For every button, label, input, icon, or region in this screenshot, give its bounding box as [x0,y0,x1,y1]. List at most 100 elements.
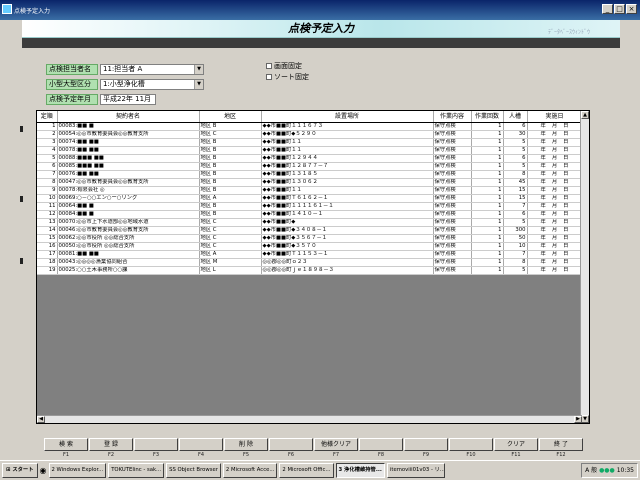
scroll-left-icon[interactable]: ◀ [37,416,45,423]
cell-work[interactable]: 保守点検 [433,178,472,187]
cell-name[interactable]: 00062:◎◎市役所 ◎◎総合支所 [57,234,200,243]
cell-date[interactable]: 年月日 [527,170,583,179]
cell-cap[interactable]: 5 [503,146,528,155]
table-row[interactable]: 3 00074:■■ ■■ 地区 B ◆◆市■■町１１ 保守点検 1 5 年月日 [37,138,583,147]
cell-count[interactable]: 1 [471,250,504,259]
cell-date[interactable]: 年月日 [527,226,583,235]
cell-work[interactable]: 保守点検 [433,250,472,259]
fkey-button-f4[interactable] [179,438,223,451]
cell-name[interactable]: 00046:◎◎市教育委員会◎◎教育支所 [57,226,200,235]
cell-count[interactable]: 1 [471,266,504,275]
cell-area[interactable]: 地区 C [199,218,262,227]
column-header[interactable]: 実施日 [527,111,583,123]
cell-name[interactable]: 00085:■■■ ■■ [57,162,200,171]
fix-screen-checkbox[interactable]: 画面固定 [266,61,302,71]
table-row[interactable]: 13 00070:◎◎市上下水道部◎◎地域水道 地区 C ◆◆市■■町◆ 保守点検 1 5 年… [37,218,583,227]
vertical-scrollbar[interactable]: ▲ ▼ [580,111,589,423]
cell-work[interactable]: 保守点検 [433,154,472,163]
fkey-button-f11[interactable]: クリア [494,438,538,451]
table-row[interactable]: 8 00047:◎◎市教育委員会◎◎教育支所 地区 B ◆◆市■■町１３０６２ 保守点検… [37,178,583,187]
cell-no[interactable]: 16 [37,242,58,251]
cell-name[interactable]: 00076:■■ ■■ [57,170,200,179]
fkey-button-f7[interactable]: 他様クリア [314,438,358,451]
cell-place[interactable]: ◆◆市■■町１１１１６１－１ [261,202,434,211]
inspector-combo[interactable]: 11:担当者 A ▼ [100,64,204,75]
cell-cap[interactable]: 10 [503,242,528,251]
cell-place[interactable]: ◆◆市■■町１１１６７３ [261,122,434,131]
fkey-button-f10[interactable] [449,438,493,451]
cell-area[interactable]: 地区 B [199,162,262,171]
table-row[interactable]: 14 00046:◎◎市教育委員会◎◎教育支所 地区 C ◆◆市■■町◆３４０８－１ 保… [37,226,583,235]
cell-date[interactable]: 年月日 [527,186,583,195]
cell-cap[interactable]: 15 [503,186,528,195]
chevron-down-icon[interactable]: ▼ [194,65,203,74]
cell-cap[interactable]: 5 [503,162,528,171]
start-button[interactable]: ⊞ スタート [2,463,38,478]
scroll-down-icon[interactable]: ▼ [581,415,589,423]
table-row[interactable]: 9 00078:有限会社 ◎ 地区 B ◆◆市■■町１１ 保守点検 1 15 年月日 [37,186,583,195]
cell-place[interactable]: ◆◆市■■町◆ [261,218,434,227]
cell-no[interactable]: 14 [37,226,58,235]
taskbar-button[interactable]: 2 Microsoft Acce... [222,463,278,478]
tray-icons[interactable]: ●●● [599,467,615,474]
cell-area[interactable]: 地区 A [199,250,262,259]
cell-cap[interactable]: 30 [503,130,528,139]
quick-launch-icon[interactable]: ◉ [40,466,47,475]
taskbar-button[interactable]: 2 Windows Explor... [48,463,107,478]
cell-work[interactable]: 保守点検 [433,194,472,203]
cell-area[interactable]: 地区 B [199,154,262,163]
cell-no[interactable]: 15 [37,234,58,243]
cell-cap[interactable]: 5 [503,218,528,227]
cell-count[interactable]: 1 [471,130,504,139]
table-row[interactable]: 4 00078:■■ ■■ 地区 B ◆◆市■■町１１ 保守点検 1 5 年月日 [37,146,583,155]
cell-area[interactable]: 地区 C [199,130,262,139]
cell-no[interactable]: 10 [37,194,58,203]
cell-place[interactable]: ◎◎郡◎◎町ｊｅ１８９８－３ [261,266,434,275]
cell-count[interactable]: 1 [471,138,504,147]
cell-name[interactable]: 00054:◎◎市教育委員会◎◎教育支所 [57,130,200,139]
table-row[interactable]: 18 00043:◎◎◎◎漁業協同組合 地区 M ◎◎郡◎◎町ｏ２３ 保守点検 1 8 年月日 [37,258,583,267]
cell-name[interactable]: 00025:○○土木事務所○○課 [57,266,200,275]
table-row[interactable]: 7 00076:■■ ■■ 地区 B ◆◆市■■町１３１８５ 保守点検 1 8 年月日 [37,170,583,179]
cell-name[interactable]: 00078:■■ ■■ [57,146,200,155]
schedule-month-field[interactable]: 平成22年 11月 [100,94,156,105]
cell-area[interactable]: 地区 B [199,202,262,211]
fkey-button-f2[interactable]: 登 録 [89,438,133,451]
cell-date[interactable]: 年月日 [527,250,583,259]
cell-no[interactable]: 18 [37,258,58,267]
cell-cap[interactable]: 15 [503,194,528,203]
taskbar-button[interactable]: SS Object Browser [166,463,221,478]
cell-place[interactable]: ◆◆市■■町◆５２９０ [261,130,434,139]
cell-date[interactable]: 年月日 [527,178,583,187]
cell-name[interactable]: 00069:○－○○エン○ー○リング [57,194,200,203]
table-row[interactable]: 12 00084:■■ ■ 地区 B ◆◆市■■町１４１０－１ 保守点検 1 6 年月日 [37,210,583,219]
scroll-up-icon[interactable]: ▲ [581,111,589,119]
fkey-button-f1[interactable]: 検 索 [44,438,88,451]
restore-button[interactable]: □ [614,4,625,14]
cell-count[interactable]: 1 [471,178,504,187]
table-row[interactable]: 5 00088:■■■ ■■ 地区 B ◆◆市■■町１２９４４ 保守点検 1 6 年月日 [37,154,583,163]
cell-work[interactable]: 保守点検 [433,202,472,211]
table-row[interactable]: 19 00025:○○土木事務所○○課 地区 L ◎◎郡◎◎町ｊｅ１８９８－３ 保守点検… [37,266,583,275]
cell-count[interactable]: 1 [471,194,504,203]
cell-work[interactable]: 保守点検 [433,138,472,147]
cell-date[interactable]: 年月日 [527,122,583,131]
cell-place[interactable]: ◆◆市■■町◆３５７０ [261,242,434,251]
cell-area[interactable]: 地区 B [199,178,262,187]
taskbar-button[interactable]: 2 Microsoft Offic... [279,463,334,478]
cell-cap[interactable]: 300 [503,226,528,235]
cell-area[interactable]: 地区 M [199,258,262,267]
fkey-button-f8[interactable] [359,438,403,451]
minimize-button[interactable]: _ [602,4,613,14]
cell-cap[interactable]: 45 [503,178,528,187]
cell-no[interactable]: 17 [37,250,58,259]
cell-area[interactable]: 地区 B [199,210,262,219]
taskbar-button[interactable]: 3 浄化槽維持管... [335,463,385,478]
cell-area[interactable]: 地区 C [199,226,262,235]
table-row[interactable]: 17 00081:■■ ■■ 地区 A ◆◆市■■町Ｔ１１５３－１ 保守点検 1 7 年月日 [37,250,583,259]
cell-work[interactable]: 保守点検 [433,266,472,275]
horizontal-scrollbar[interactable]: ◀ ▶ [37,415,582,423]
column-header[interactable]: 人槽 [503,111,528,123]
cell-area[interactable]: 地区 A [199,194,262,203]
cell-name[interactable]: 00088:■■■ ■■ [57,154,200,163]
